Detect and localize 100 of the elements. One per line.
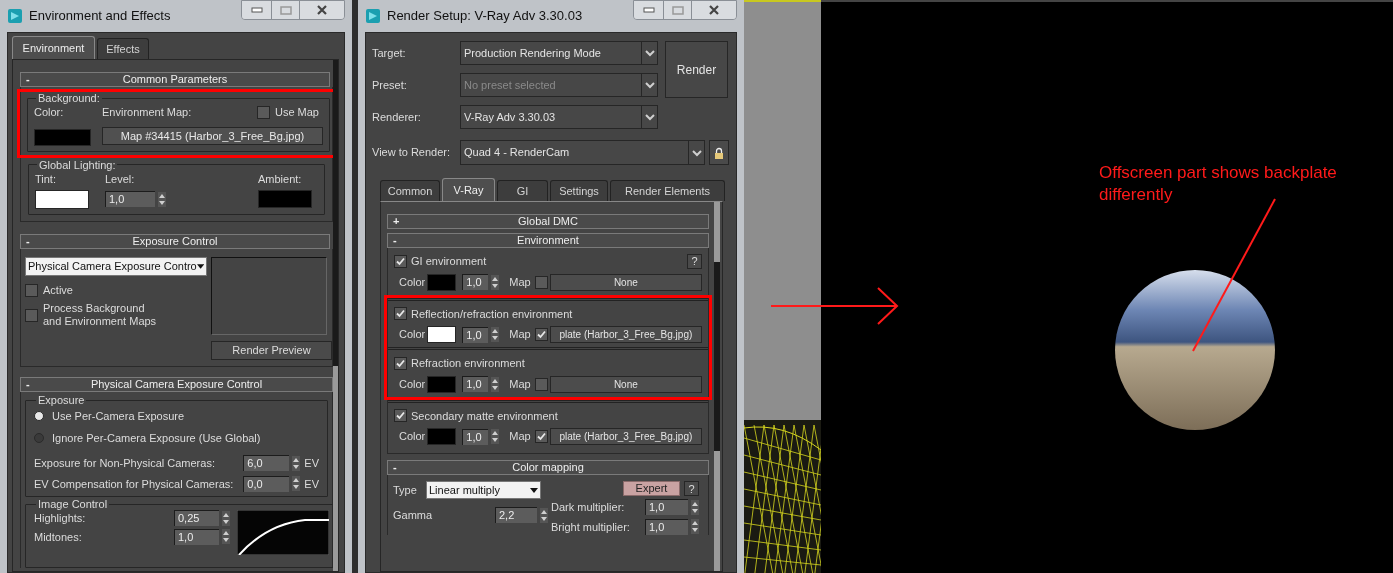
radio-button[interactable]: [34, 411, 44, 422]
toggle-sign[interactable]: -: [388, 461, 402, 474]
tab[interactable]: Environment: [12, 36, 95, 59]
tab[interactable]: GI: [497, 180, 548, 201]
toggle-sign[interactable]: -: [21, 235, 35, 248]
dropdown[interactable]: Linear multiply: [426, 481, 541, 499]
group-label: Image Control: [37, 498, 109, 510]
checkbox[interactable]: [534, 328, 548, 341]
checkbox[interactable]: [394, 409, 407, 423]
dropdown[interactable]: V-Ray Adv 3.30.03: [460, 105, 658, 129]
number-field[interactable]: 1,0: [645, 499, 688, 516]
field-label: Color: [399, 376, 427, 392]
tab[interactable]: Common: [380, 180, 440, 201]
radio-button[interactable]: [34, 432, 44, 443]
window-title: Environment and Effects: [29, 7, 172, 26]
render-button[interactable]: Render: [665, 41, 728, 98]
color-swatch[interactable]: [258, 190, 312, 208]
annotation-text: Offscreen part shows backplate differently: [1099, 162, 1338, 206]
number-field[interactable]: 2,2: [495, 507, 537, 524]
chevron-icon: [691, 148, 702, 157]
number-field[interactable]: 1,0: [105, 191, 155, 207]
scrollbar[interactable]: [333, 60, 338, 571]
spinner-icon[interactable]: [222, 529, 230, 545]
group-label: Exposure: [37, 394, 86, 406]
checkbox[interactable]: [534, 275, 548, 289]
help-button[interactable]: ?: [684, 481, 699, 496]
map-button[interactable]: plate (Harbor_3_Free_Bg.jpg): [549, 326, 702, 343]
map-button[interactable]: Map #34415 (Harbor_3_Free_Bg.jpg): [102, 126, 323, 145]
field-label: Color:: [34, 105, 65, 120]
dropdown[interactable]: Quad 4 - RenderCam: [460, 140, 705, 165]
rollout-title: Common Parameters: [121, 73, 229, 86]
lock-button[interactable]: [709, 140, 729, 165]
checkbox[interactable]: [394, 307, 407, 321]
caret-icon: [530, 487, 538, 493]
number-field[interactable]: 1,0: [174, 528, 219, 545]
color-swatch[interactable]: [427, 428, 457, 445]
color-swatch[interactable]: [427, 273, 457, 291]
tab[interactable]: Render Elements: [610, 180, 725, 201]
tab[interactable]: Effects: [97, 38, 149, 59]
number-field[interactable]: 1,0: [462, 376, 489, 392]
help-button[interactable]: ?: [687, 253, 702, 269]
scrollbar[interactable]: [714, 202, 720, 571]
color-swatch[interactable]: [35, 190, 89, 209]
expert-button[interactable]: Expert: [623, 481, 680, 496]
dropdown[interactable]: Production Rendering Mode: [460, 41, 658, 65]
color-swatch[interactable]: [34, 128, 91, 146]
number-field[interactable]: 1,0: [462, 274, 489, 290]
number-field[interactable]: 1,0: [645, 518, 688, 535]
number-field[interactable]: 1,0: [462, 326, 489, 343]
spinner-icon[interactable]: [292, 476, 301, 492]
field-label: Bright multiplier:: [551, 519, 631, 535]
checkbox[interactable]: [25, 308, 38, 322]
toggle-sign[interactable]: -: [21, 378, 35, 391]
app-logo-icon: [365, 8, 381, 24]
toggle-sign[interactable]: -: [388, 234, 402, 247]
number-field[interactable]: 6,0: [243, 455, 290, 472]
spinner-icon[interactable]: [491, 274, 500, 290]
field-label: Midtones:: [34, 529, 83, 545]
checkbox[interactable]: [394, 356, 407, 370]
checkbox[interactable]: [534, 377, 548, 391]
number-field[interactable]: 1,0: [462, 428, 489, 445]
checkbox[interactable]: [25, 284, 38, 297]
minimize-button[interactable]: [242, 1, 272, 19]
spinner-icon[interactable]: [491, 327, 500, 342]
checkbox[interactable]: [534, 430, 548, 443]
map-button[interactable]: None: [549, 273, 702, 291]
toggle-sign[interactable]: +: [388, 215, 402, 228]
tab[interactable]: V-Ray: [442, 178, 495, 201]
close-button[interactable]: [300, 1, 344, 19]
field-label: Highlights:: [34, 511, 87, 526]
spinner-icon[interactable]: [691, 499, 699, 515]
tab[interactable]: Settings: [550, 180, 608, 201]
color-swatch[interactable]: [427, 326, 457, 343]
spinner-icon[interactable]: [491, 376, 500, 392]
spinner-icon[interactable]: [222, 510, 230, 526]
toggle-sign[interactable]: -: [21, 73, 35, 86]
spinner-icon[interactable]: [158, 191, 166, 207]
map-button[interactable]: plate (Harbor_3_Free_Bg.jpg): [549, 428, 702, 445]
number-field[interactable]: 0,25: [174, 510, 219, 527]
number-field[interactable]: 0,0: [243, 475, 290, 492]
spinner-icon[interactable]: [691, 519, 699, 535]
map-button[interactable]: None: [549, 375, 702, 393]
color-swatch[interactable]: [427, 375, 457, 393]
spinner-icon[interactable]: [540, 507, 548, 523]
render-preview-button[interactable]: Render Preview: [211, 341, 332, 360]
caret-icon: [196, 264, 204, 269]
field-label: Color: [399, 429, 427, 445]
rollout-title: Color mapping: [511, 461, 585, 474]
field-label: Map: [509, 274, 531, 290]
dropdown[interactable]: Physical Camera Exposure Contro: [25, 257, 207, 276]
checkbox[interactable]: [394, 254, 407, 268]
radio-label: Ignore Per-Camera Exposure (Use Global): [52, 430, 261, 446]
minimize-button[interactable]: [634, 1, 664, 19]
close-button[interactable]: [692, 1, 736, 19]
spinner-icon[interactable]: [292, 455, 301, 471]
spinner-icon[interactable]: [491, 429, 500, 444]
field-label: Tint:: [35, 171, 57, 187]
checkbox-label: Secondary matte environment: [411, 408, 559, 424]
unit-label: EV: [304, 476, 319, 492]
checkbox[interactable]: [256, 105, 270, 119]
